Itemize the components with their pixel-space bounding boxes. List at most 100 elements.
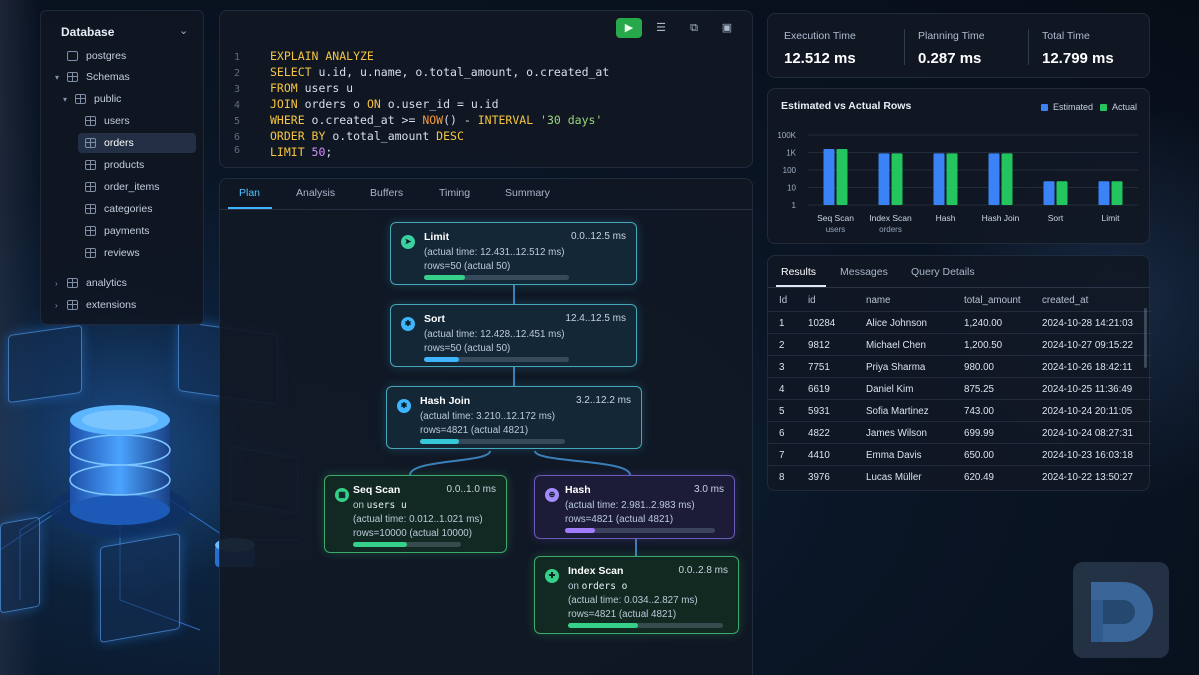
table-cell: 699.99 <box>964 428 994 439</box>
tree-item-payments[interactable]: payments <box>85 221 150 241</box>
plan-node-hash[interactable]: ⊕ Hash 3.0 ms (actual time: 2.981..2.983… <box>534 475 735 539</box>
metric-divider <box>1028 29 1029 65</box>
plan-node-index-scan[interactable]: ✚ Index Scan 0.0..2.8 ms on orders o (ac… <box>534 556 739 634</box>
table-row[interactable]: 8 3976 Lucas Müller 620.49 2024-10-22 13:50:… <box>768 465 1151 487</box>
node-progress-fill <box>424 357 459 362</box>
x-tick-sublabel: orders <box>879 225 902 234</box>
table-cell: Priya Sharma <box>866 362 926 373</box>
table-row[interactable]: 2 9812 Michael Chen 1,200.50 2024-10-27 09:1… <box>768 333 1151 355</box>
code-line: 1 EXPLAIN ANALYZE <box>234 49 374 63</box>
table-cell: 8 <box>779 472 785 483</box>
plan-node-limit[interactable]: ➤ Limit 0.0..12.5 ms (actual time: 12.43… <box>390 222 637 285</box>
node-progress-fill <box>424 275 465 280</box>
column-header[interactable]: total_amount <box>964 295 1021 306</box>
table-row[interactable]: 6 4822 James Wilson 699.99 2024-10-24 08:27:… <box>768 421 1151 443</box>
tab-query-details[interactable]: Query Details <box>911 266 975 278</box>
tab-divider <box>220 209 752 210</box>
table-cell: 7 <box>779 450 785 461</box>
table-row[interactable]: 3 7751 Priya Sharma 980.00 2024-10-26 18:42:… <box>768 355 1151 377</box>
tree-item-categories[interactable]: categories <box>85 199 152 219</box>
table-cell: 3 <box>779 362 785 373</box>
table-icon <box>85 226 96 236</box>
tree-item-users[interactable]: users <box>85 111 130 131</box>
chart-bar-estimated <box>1098 181 1110 205</box>
sql-editor[interactable]: ▶ ☰ ⧉ ▣ 1 EXPLAIN ANALYZE 2 SELECT u.id, u… <box>219 10 753 168</box>
column-header[interactable]: Id <box>779 295 787 306</box>
chevron-right-icon[interactable]: › <box>55 301 65 310</box>
export-icon[interactable]: ⧉ <box>681 18 707 38</box>
node-progress-bar <box>424 275 569 280</box>
tree-item-extensions[interactable]: › extensions <box>55 295 136 315</box>
tree-item-order-items[interactable]: order_items <box>85 177 159 197</box>
tree-item-products[interactable]: products <box>85 155 144 175</box>
tree-item-postgres[interactable]: postgres <box>55 46 126 66</box>
schema-icon <box>67 278 78 288</box>
node-rows: rows=50 (actual 50) <box>424 343 511 354</box>
node-actual-time: (actual time: 12.428..12.451 ms) <box>424 329 565 340</box>
table-row[interactable]: 4 6619 Daniel Kim 875.25 2024-10-25 11:36:49 <box>768 377 1151 399</box>
column-header[interactable]: name <box>866 295 891 306</box>
code-line: 6 ORDER BY o.total_amount DESC <box>234 129 464 143</box>
chevron-down-icon[interactable]: ⌄ <box>179 24 188 37</box>
column-header[interactable]: id <box>808 295 816 306</box>
chevron-down-icon[interactable]: ▾ <box>63 95 73 104</box>
column-header[interactable]: created_at <box>1042 295 1088 306</box>
table-row[interactable]: 7 4410 Emma Davis 650.00 2024-10-23 16:03:18 <box>768 443 1151 465</box>
table-cell: 650.00 <box>964 450 994 461</box>
tree-item-reviews[interactable]: reviews <box>85 243 140 263</box>
y-tick-label: 100 <box>783 166 797 175</box>
node-relation: on orders o <box>568 581 628 592</box>
table-cell: 4822 <box>808 428 830 439</box>
tree-item-analytics[interactable]: › analytics <box>55 273 127 293</box>
table-cell: 5931 <box>808 406 830 417</box>
table-row[interactable]: 1 10284 Alice Johnson 1,240.00 2024-10-28 14… <box>768 311 1151 333</box>
tab-buffers[interactable]: Buffers <box>370 187 403 199</box>
tree-item-schemas[interactable]: ▾ Schemas <box>55 67 130 87</box>
node-rows: rows=10000 (actual 10000) <box>353 528 473 539</box>
seq-scan-icon: ▦ <box>335 488 349 502</box>
node-time: 0.0..12.5 ms <box>570 231 626 242</box>
table-cell: 620.49 <box>964 472 994 483</box>
database-sidebar: Database ⌄ postgres ▾ Schemas ▾ public use… <box>40 10 204 325</box>
node-time: 0.0..1.0 ms <box>446 484 496 495</box>
metric-divider <box>904 29 905 65</box>
x-tick-label: Hash Join <box>982 213 1020 223</box>
tab-timing[interactable]: Timing <box>439 187 470 199</box>
play-icon[interactable]: ▶ <box>616 18 642 38</box>
node-progress-bar <box>565 528 715 533</box>
list-icon[interactable]: ☰ <box>648 18 674 38</box>
tab-plan[interactable]: Plan <box>239 187 260 199</box>
table-icon <box>85 116 96 126</box>
bar-chart: 100K 1K 100 10 1 Seq Scan users Index Scan order… <box>777 131 1138 234</box>
table-cell: 7751 <box>808 362 830 373</box>
node-time: 12.4..12.5 ms <box>565 313 626 324</box>
plan-connector <box>513 367 515 387</box>
table-row[interactable]: 5 5931 Sofia Martinez 743.00 2024-10-24 20:1… <box>768 399 1151 421</box>
scrollbar[interactable] <box>1144 308 1147 368</box>
tab-messages[interactable]: Messages <box>840 266 888 278</box>
y-tick-label: 100K <box>777 131 796 140</box>
table-cell: James Wilson <box>866 428 927 439</box>
tree-item-public[interactable]: ▾ public <box>63 89 121 109</box>
tab-analysis[interactable]: Analysis <box>296 187 335 199</box>
table-icon <box>85 160 96 170</box>
save-icon[interactable]: ▣ <box>714 18 740 38</box>
tab-results[interactable]: Results <box>781 266 816 278</box>
plan-node-hash-join[interactable]: ✱ Hash Join 3.2..12.2 ms (actual time: 3… <box>386 386 642 449</box>
table-cell: 875.25 <box>964 384 994 395</box>
plan-node-seq-scan[interactable]: ▦ Seq Scan 0.0..1.0 ms on users u (actua… <box>324 475 507 553</box>
line-number: 6 <box>234 145 241 156</box>
chart-bar-actual <box>1111 181 1123 205</box>
node-rows: rows=50 (actual 50) <box>424 261 511 272</box>
rows-chart-panel: Estimated vs Actual Rows Estimated Actua… <box>767 88 1150 244</box>
tab-summary[interactable]: Summary <box>505 187 550 199</box>
table-cell: 6619 <box>808 384 830 395</box>
plan-connector <box>635 539 637 556</box>
chevron-down-icon[interactable]: ▾ <box>55 73 65 82</box>
plan-node-sort[interactable]: ✱ Sort 12.4..12.5 ms (actual time: 12.42… <box>390 304 637 367</box>
table-cell: Daniel Kim <box>866 384 914 395</box>
y-tick-label: 1K <box>786 149 796 158</box>
tree-item-orders[interactable]: orders <box>78 133 196 153</box>
chart-bar-estimated <box>878 153 890 205</box>
chevron-right-icon[interactable]: › <box>55 279 65 288</box>
